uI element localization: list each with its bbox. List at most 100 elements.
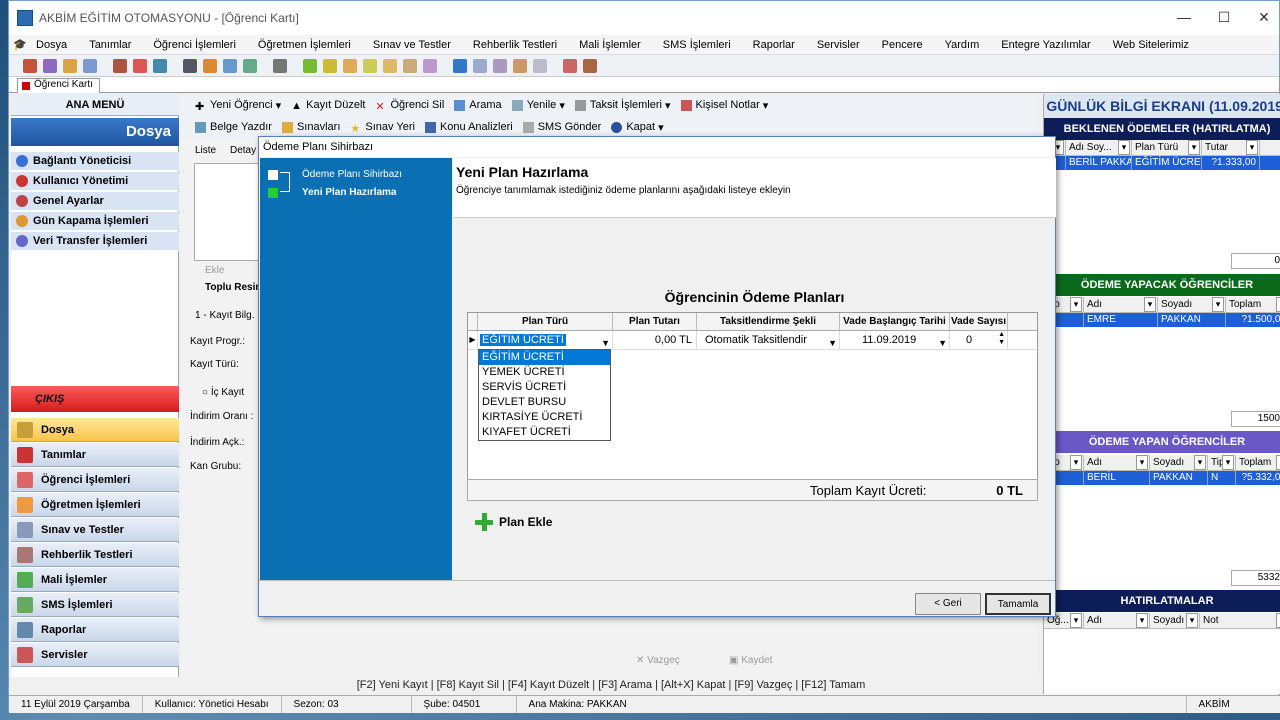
toolbar-icon-24[interactable] <box>533 58 547 73</box>
module-ogretmen-islemleri[interactable]: Öğretmen İşlemleri <box>11 493 179 517</box>
exit-button[interactable]: ÇIKIŞ <box>11 386 179 412</box>
maximize-icon[interactable]: ☐ <box>1209 9 1239 26</box>
col-toplam[interactable]: Toplam <box>1226 297 1280 312</box>
table-row[interactable]: ▶ EĞİTİM ÜCRETİ ▼ 0,00 TL Otomatik Taksit… <box>468 331 1037 350</box>
print-document-button[interactable]: Belge Yazdır <box>195 121 272 133</box>
module-rehberlik-testleri[interactable]: Rehberlik Testleri <box>11 543 179 567</box>
nav-gun-kapama[interactable]: Gün Kapama İşlemleri <box>11 212 179 231</box>
col-not[interactable]: Not <box>1200 613 1280 628</box>
send-sms-button[interactable]: SMS Gönder <box>522 121 601 133</box>
toolbar-icon-21[interactable] <box>473 58 487 73</box>
option-kiyafet-ucreti[interactable]: KIYAFET ÜCRETİ <box>479 425 610 440</box>
bulk-photo-button[interactable]: Toplu Resim <box>205 282 264 293</box>
toolbar-icon-14[interactable] <box>323 58 337 73</box>
toolbar-icon-20[interactable] <box>453 58 467 73</box>
toolbar-icon-2[interactable] <box>43 58 57 73</box>
option-servis-ucreti[interactable]: SERVİS ÜCRETİ <box>479 380 610 395</box>
toolbar-icon-11[interactable] <box>243 58 257 73</box>
module-raporlar[interactable]: Raporlar <box>11 618 179 642</box>
refresh-button[interactable]: Yenile ▾ <box>511 99 565 112</box>
module-dosya[interactable]: Dosya <box>11 418 179 442</box>
table-row[interactable]: 1 EMRE PAKKAN ?1.500,00 <box>1044 313 1280 327</box>
table-row[interactable]: 8 BERİL PAKKAN N ?5.332,00 <box>1044 471 1280 485</box>
cancel-button[interactable]: ✕ Vazgeç <box>636 655 680 666</box>
option-kirtasiye-ucreti[interactable]: KIRTASİYE ÜCRETİ <box>479 410 610 425</box>
toolbar-icon-13[interactable] <box>303 58 317 73</box>
finish-button[interactable]: Tamamla <box>985 593 1051 615</box>
option-yemek-ucreti[interactable]: YEMEK ÜCRETİ <box>479 365 610 380</box>
col-adi[interactable]: Adı <box>1084 297 1158 312</box>
topic-analysis-button[interactable]: Konu Analizleri <box>424 121 513 133</box>
add-button[interactable]: Ekle <box>205 265 224 276</box>
toolbar-icon-25[interactable] <box>563 58 577 73</box>
installment-type-combo[interactable]: Otomatik Taksitlendir ▼ <box>697 331 840 349</box>
module-sinav-testler[interactable]: Sınav ve Testler <box>11 518 179 542</box>
menu-ogretmen-islemleri[interactable]: Öğretmen İşlemleri <box>247 39 362 51</box>
toolbar-icon-23[interactable] <box>513 58 527 73</box>
toolbar-icon-18[interactable] <box>403 58 417 73</box>
option-egitim-ucreti[interactable]: EĞİTİM ÜCRETİ <box>479 350 610 365</box>
nav-genel-ayarlar[interactable]: Genel Ayarlar <box>11 192 179 211</box>
tab-detay[interactable]: Detay <box>230 145 256 156</box>
nav-kullanici-yonetimi[interactable]: Kullanıcı Yönetimi <box>11 172 179 191</box>
module-mali-islemler[interactable]: Mali İşlemler <box>11 568 179 592</box>
table-row[interactable]: 8 BERİL PAKKAN EĞİTİM ÜCRETİ ?1.333,00 <box>1044 156 1280 170</box>
menu-yardim[interactable]: Yardım <box>934 39 991 51</box>
save-button[interactable]: ▣ Kaydet <box>729 655 772 666</box>
col-toplam[interactable]: Toplam <box>1236 455 1280 470</box>
module-servisler[interactable]: Servisler <box>11 643 179 667</box>
menu-tanimlar[interactable]: Tanımlar <box>78 39 142 51</box>
toolbar-icon-5[interactable] <box>113 58 127 73</box>
menu-web-sitelerimiz[interactable]: Web Sitelerimiz <box>1102 39 1200 51</box>
col-tutar[interactable]: Tutar <box>1202 140 1260 155</box>
student-list[interactable] <box>194 163 268 261</box>
installment-count-stepper[interactable]: 0 ▲ ▼ <box>950 331 1008 349</box>
add-plan-button[interactable]: Plan Ekle <box>475 513 552 531</box>
toolbar-icon-8[interactable] <box>183 58 197 73</box>
tab-liste[interactable]: Liste <box>195 145 216 156</box>
exam-place-button[interactable]: ★ Sınav Yeri <box>350 121 415 135</box>
toolbar-icon-9[interactable] <box>203 58 217 73</box>
menu-sinav-testler[interactable]: Sınav ve Testler <box>362 39 462 51</box>
plan-type-combo[interactable]: EĞİTİM ÜCRETİ ▼ <box>478 331 613 349</box>
menu-rehberlik-testleri[interactable]: Rehberlik Testleri <box>462 39 568 51</box>
tab-ogrenci-karti[interactable]: Öğrenci Kartı <box>17 78 100 93</box>
toolbar-icon-4[interactable] <box>83 58 97 73</box>
col-soyadi[interactable]: Soyadı <box>1150 613 1200 628</box>
module-sms-islemleri[interactable]: SMS İşlemleri <box>11 593 179 617</box>
personal-notes-button[interactable]: Kişisel Notlar ▾ <box>680 99 768 112</box>
module-tanimlar[interactable]: Tanımlar <box>11 443 179 467</box>
nav-baglanti-yoneticisi[interactable]: Bağlantı Yöneticisi <box>11 152 179 171</box>
chevron-down-icon[interactable]: ▼ <box>828 334 837 352</box>
toolbar-icon-17[interactable] <box>383 58 397 73</box>
toolbar-icon-12[interactable] <box>273 58 287 73</box>
toolbar-icon-3[interactable] <box>63 58 77 73</box>
close-icon[interactable]: ✕ <box>1249 9 1279 26</box>
menu-servisler[interactable]: Servisler <box>806 39 871 51</box>
back-button[interactable]: < Geri <box>915 593 981 615</box>
module-ogrenci-islemleri[interactable]: Öğrenci İşlemleri <box>11 468 179 492</box>
col-adi[interactable]: Adı <box>1084 455 1150 470</box>
col-soyadi[interactable]: Soyadı <box>1150 455 1208 470</box>
col-soyadi[interactable]: Soyadı <box>1158 297 1226 312</box>
chevron-down-icon[interactable]: ▼ <box>938 334 947 352</box>
menu-mali-islemler[interactable]: Mali İşlemler <box>568 39 652 51</box>
tab-kayit-bilg[interactable]: 1 - Kayıt Bilg. <box>195 310 254 321</box>
toolbar-icon-10[interactable] <box>223 58 237 73</box>
menu-pencere[interactable]: Pencere <box>871 39 934 51</box>
new-student-button[interactable]: ✚ Yeni Öğrenci ▾ <box>195 99 281 113</box>
radio-ic-kayit[interactable]: ○ İç Kayıt <box>202 387 244 398</box>
toolbar-icon-19[interactable] <box>423 58 437 73</box>
toolbar-icon-7[interactable] <box>153 58 167 73</box>
start-date-picker[interactable]: 11.09.2019 ▼ <box>840 331 950 349</box>
minimize-icon[interactable]: — <box>1169 9 1199 25</box>
toolbar-icon-15[interactable] <box>343 58 357 73</box>
col-adi-soyadi[interactable]: Adı Soy... <box>1066 140 1132 155</box>
nav-veri-transfer[interactable]: Veri Transfer İşlemleri <box>11 232 179 251</box>
toolbar-icon-22[interactable] <box>493 58 507 73</box>
close-button[interactable]: Kapat ▾ <box>611 121 664 134</box>
plan-amount-field[interactable]: 0,00 TL <box>613 331 697 349</box>
installment-button[interactable]: Taksit İşlemleri ▾ <box>574 99 671 112</box>
delete-student-button[interactable]: ✕ Öğrenci Sil <box>375 99 444 113</box>
menu-sms-islemleri[interactable]: SMS İşlemleri <box>652 39 742 51</box>
